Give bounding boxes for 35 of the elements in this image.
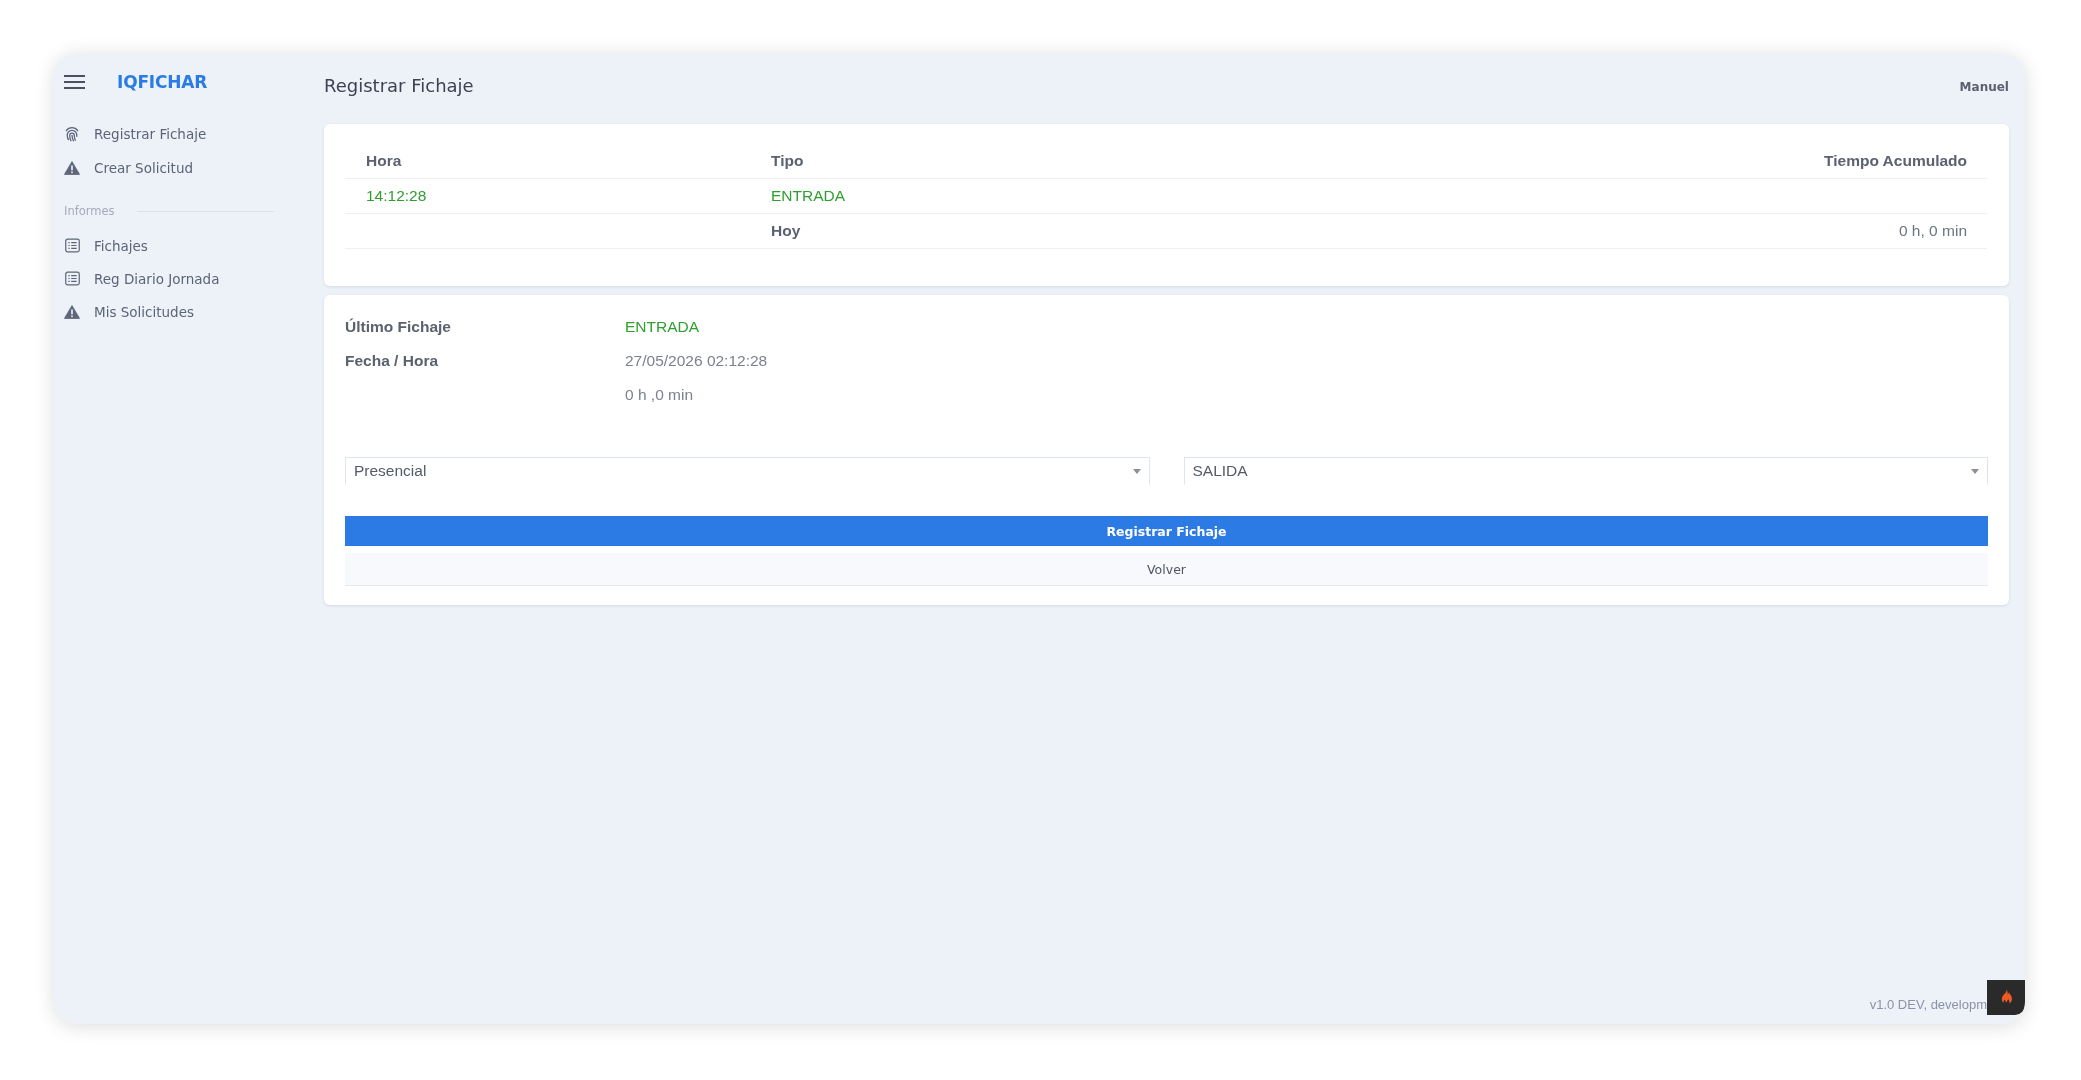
field-label: Fecha / Hora — [345, 352, 439, 370]
section-heading: Informes — [64, 204, 115, 218]
field-value: 27/05/2026 02:12:28 — [625, 352, 768, 370]
user-name[interactable]: Manuel — [1959, 80, 2009, 94]
flame-icon[interactable] — [1987, 980, 2025, 1015]
caret-icon — [1971, 468, 1979, 474]
caret-icon — [1132, 468, 1141, 474]
warning-icon — [64, 304, 80, 319]
warning-icon — [64, 161, 80, 175]
sidebar-item[interactable]: Mis Solicitudes — [64, 295, 274, 328]
column-header: Tiempo Acumulado — [1824, 151, 1967, 170]
dropdown-field[interactable]: SALIDA — [1183, 457, 1988, 485]
submit-button[interactable]: Registrar Fichaje — [345, 516, 1988, 546]
table-cell: ENTRADA — [771, 187, 846, 205]
field-value: 0 h ,0 min — [625, 386, 694, 404]
field-value: ENTRADA — [625, 318, 700, 336]
table-cell: 14:12:28 — [366, 187, 427, 205]
table-cell: Hoy — [771, 222, 801, 240]
sidebar-item[interactable]: Crear Solicitud — [64, 151, 274, 185]
menu-icon[interactable] — [64, 75, 85, 89]
sidebar-item[interactable]: Fichajes — [64, 229, 274, 262]
back-button[interactable]: Volver — [345, 553, 1988, 586]
column-header: Hora — [366, 151, 402, 170]
list-icon — [64, 238, 80, 253]
table-cell: 0 h, 0 min — [1898, 222, 1967, 240]
page-title: Registrar Fichaje — [324, 74, 474, 96]
dropdown-field[interactable]: Presencial — [345, 457, 1150, 485]
sidebar-item[interactable]: Registrar Fichaje — [64, 117, 274, 151]
column-header: Tipo — [771, 151, 804, 170]
fingerprint-icon — [64, 126, 80, 142]
version-text: v1.0 DEV, developm — [1869, 997, 1987, 1014]
sidebar-item[interactable]: Reg Diario Jornada — [64, 262, 274, 295]
list-icon — [64, 271, 80, 286]
logo[interactable]: IQFICHAR — [117, 72, 208, 92]
field-label: Último Fichaje — [345, 318, 451, 336]
